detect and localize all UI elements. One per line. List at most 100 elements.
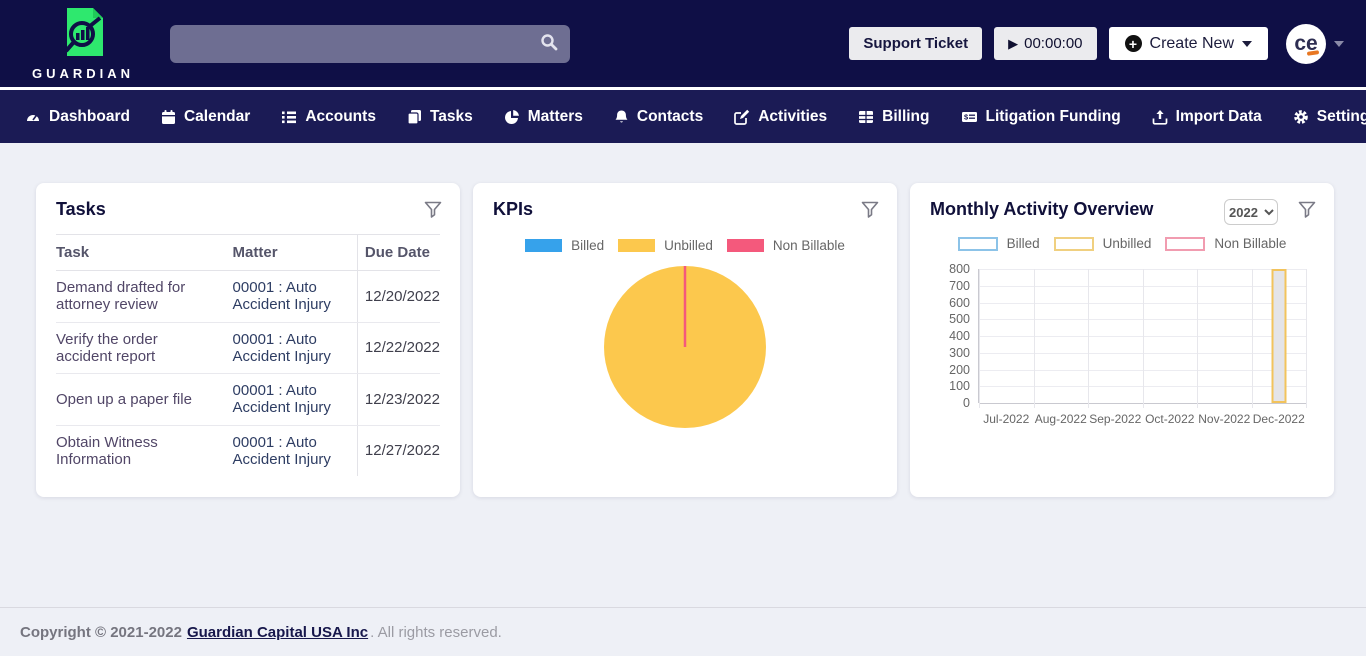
task-link[interactable]: Demand drafted for attorney review	[56, 271, 225, 323]
edit-icon	[734, 109, 750, 125]
nav-item-label: Settings	[1317, 108, 1366, 126]
y-tick-label: 800	[949, 262, 979, 276]
tasks-card: Tasks Task Matter Due Date Demand drafte…	[36, 183, 460, 497]
kpis-filter-icon[interactable]	[861, 201, 879, 222]
table-icon	[858, 109, 874, 125]
tasks-filter-icon[interactable]	[424, 201, 442, 222]
table-row: Demand drafted for attorney review00001 …	[56, 271, 440, 323]
task-link[interactable]: Verify the order accident report	[56, 322, 225, 374]
copyright-text: Copyright © 2021-2022	[20, 624, 182, 641]
nav-item-tasks[interactable]: Tasks	[407, 108, 473, 126]
search-icon[interactable]	[536, 32, 562, 56]
legend-item-unbilled[interactable]: Unbilled	[1054, 236, 1152, 251]
nav-item-label: Import Data	[1176, 108, 1262, 126]
tasks-table: Task Matter Due Date Demand drafted for …	[56, 234, 440, 476]
legend-item-non-billable[interactable]: Non Billable	[727, 238, 845, 253]
y-tick-label: 700	[949, 279, 979, 293]
monthly-filter-icon[interactable]	[1298, 201, 1316, 222]
year-select[interactable]: 2022	[1224, 199, 1278, 225]
list-icon	[281, 109, 297, 125]
bell-icon	[614, 109, 629, 125]
create-new-label: Create New	[1150, 35, 1234, 53]
table-row: Open up a paper file00001 : Auto Acciden…	[56, 374, 440, 426]
tasks-col-due-date[interactable]: Due Date	[357, 235, 440, 271]
calendar-icon	[161, 109, 176, 125]
x-gridline	[1252, 269, 1253, 408]
nav-item-calendar[interactable]: Calendar	[161, 108, 250, 126]
matter-link[interactable]: 00001 : Auto Accident Injury	[225, 425, 358, 476]
timer-button[interactable]: ▶ 00:00:00	[994, 27, 1096, 60]
timer-value: 00:00:00	[1024, 35, 1082, 52]
copy-icon	[407, 109, 422, 125]
legend-item-billed[interactable]: Billed	[958, 236, 1040, 251]
legend-swatch	[958, 237, 998, 251]
legend-label: Billed	[571, 238, 604, 253]
nav-item-matters[interactable]: Matters	[504, 108, 583, 126]
kpis-pie-chart[interactable]	[493, 263, 877, 431]
dashboard-cards: Tasks Task Matter Due Date Demand drafte…	[36, 183, 1334, 497]
nav-item-dashboard[interactable]: Dashboard	[25, 108, 130, 126]
company-link[interactable]: Guardian Capital USA Inc	[187, 624, 368, 641]
dashboard-screen: GUARDIAN Support Ticket ▶ 00:00:00 + Crea…	[0, 0, 1366, 656]
legend-item-non-billable[interactable]: Non Billable	[1165, 236, 1286, 251]
y-tick-label: 100	[949, 379, 979, 393]
matter-link[interactable]: 00001 : Auto Accident Injury	[225, 271, 358, 323]
legend-swatch	[1054, 237, 1094, 251]
matter-link[interactable]: 00001 : Auto Accident Injury	[225, 374, 358, 426]
legend-item-unbilled[interactable]: Unbilled	[618, 238, 713, 253]
legend-swatch	[618, 239, 655, 252]
legend-swatch	[525, 239, 562, 252]
nav-item-label: Billing	[882, 108, 929, 126]
nav-item-activities[interactable]: Activities	[734, 108, 827, 126]
table-row: Verify the order accident report00001 : …	[56, 322, 440, 374]
monthly-bar-chart[interactable]: 0100200300400500600700800Jul-2022Aug-202…	[930, 265, 1314, 441]
nav-item-settings[interactable]: Settings	[1293, 108, 1366, 126]
legend-label: Unbilled	[664, 238, 713, 253]
task-link[interactable]: Obtain Witness Information	[56, 425, 225, 476]
rights-text: . All rights reserved.	[370, 624, 502, 641]
caret-down-icon	[1242, 41, 1252, 47]
gauge-icon	[25, 109, 41, 125]
x-gridline	[1088, 269, 1089, 408]
x-tick-label: Sep-2022	[1089, 412, 1141, 426]
legend-swatch	[727, 239, 764, 252]
table-row: Obtain Witness Information00001 : Auto A…	[56, 425, 440, 476]
brand-logo[interactable]: GUARDIAN	[8, 6, 158, 81]
nav-item-billing[interactable]: Billing	[858, 108, 929, 126]
money-check-icon: $	[961, 109, 978, 125]
avatar[interactable]: ce	[1286, 24, 1326, 64]
matter-link[interactable]: 00001 : Auto Accident Injury	[225, 322, 358, 374]
guardian-logo-icon	[57, 6, 109, 63]
pie-chart-icon	[504, 109, 520, 125]
user-menu[interactable]: ce	[1286, 24, 1344, 64]
create-new-button[interactable]: + Create New	[1109, 27, 1268, 60]
play-icon: ▶	[1008, 36, 1018, 52]
footer: Copyright © 2021-2022 Guardian Capital U…	[0, 607, 1366, 656]
legend-label: Non Billable	[1214, 236, 1286, 251]
nav-item-contacts[interactable]: Contacts	[614, 108, 703, 126]
nav-item-litigation-funding[interactable]: $Litigation Funding	[961, 108, 1121, 126]
y-tick-label: 0	[963, 396, 979, 410]
nav-item-accounts[interactable]: Accounts	[281, 108, 376, 126]
support-ticket-button[interactable]: Support Ticket	[849, 27, 982, 60]
x-tick-label: Nov-2022	[1198, 412, 1250, 426]
tasks-card-title: Tasks	[56, 199, 440, 220]
user-menu-caret-icon	[1334, 41, 1344, 47]
search-input[interactable]	[170, 25, 570, 63]
nav-item-label: Tasks	[430, 108, 473, 126]
bar-unbilled-Dec-2022[interactable]	[1271, 269, 1286, 403]
legend-item-billed[interactable]: Billed	[525, 238, 604, 253]
due-date: 12/20/2022	[357, 271, 440, 323]
y-tick-label: 200	[949, 363, 979, 377]
x-tick-label: Oct-2022	[1145, 412, 1194, 426]
tasks-col-matter[interactable]: Matter	[225, 235, 358, 271]
nav-item-import-data[interactable]: Import Data	[1152, 108, 1262, 126]
plus-icon: +	[1125, 35, 1142, 52]
tasks-col-task[interactable]: Task	[56, 235, 225, 271]
task-link[interactable]: Open up a paper file	[56, 374, 225, 426]
x-tick-label: Jul-2022	[983, 412, 1029, 426]
main-nav: Dashboard Calendar Accounts Tasks Matters Con…	[0, 90, 1366, 143]
x-gridline	[1197, 269, 1198, 408]
x-tick-label: Aug-2022	[1035, 412, 1087, 426]
due-date: 12/27/2022	[357, 425, 440, 476]
